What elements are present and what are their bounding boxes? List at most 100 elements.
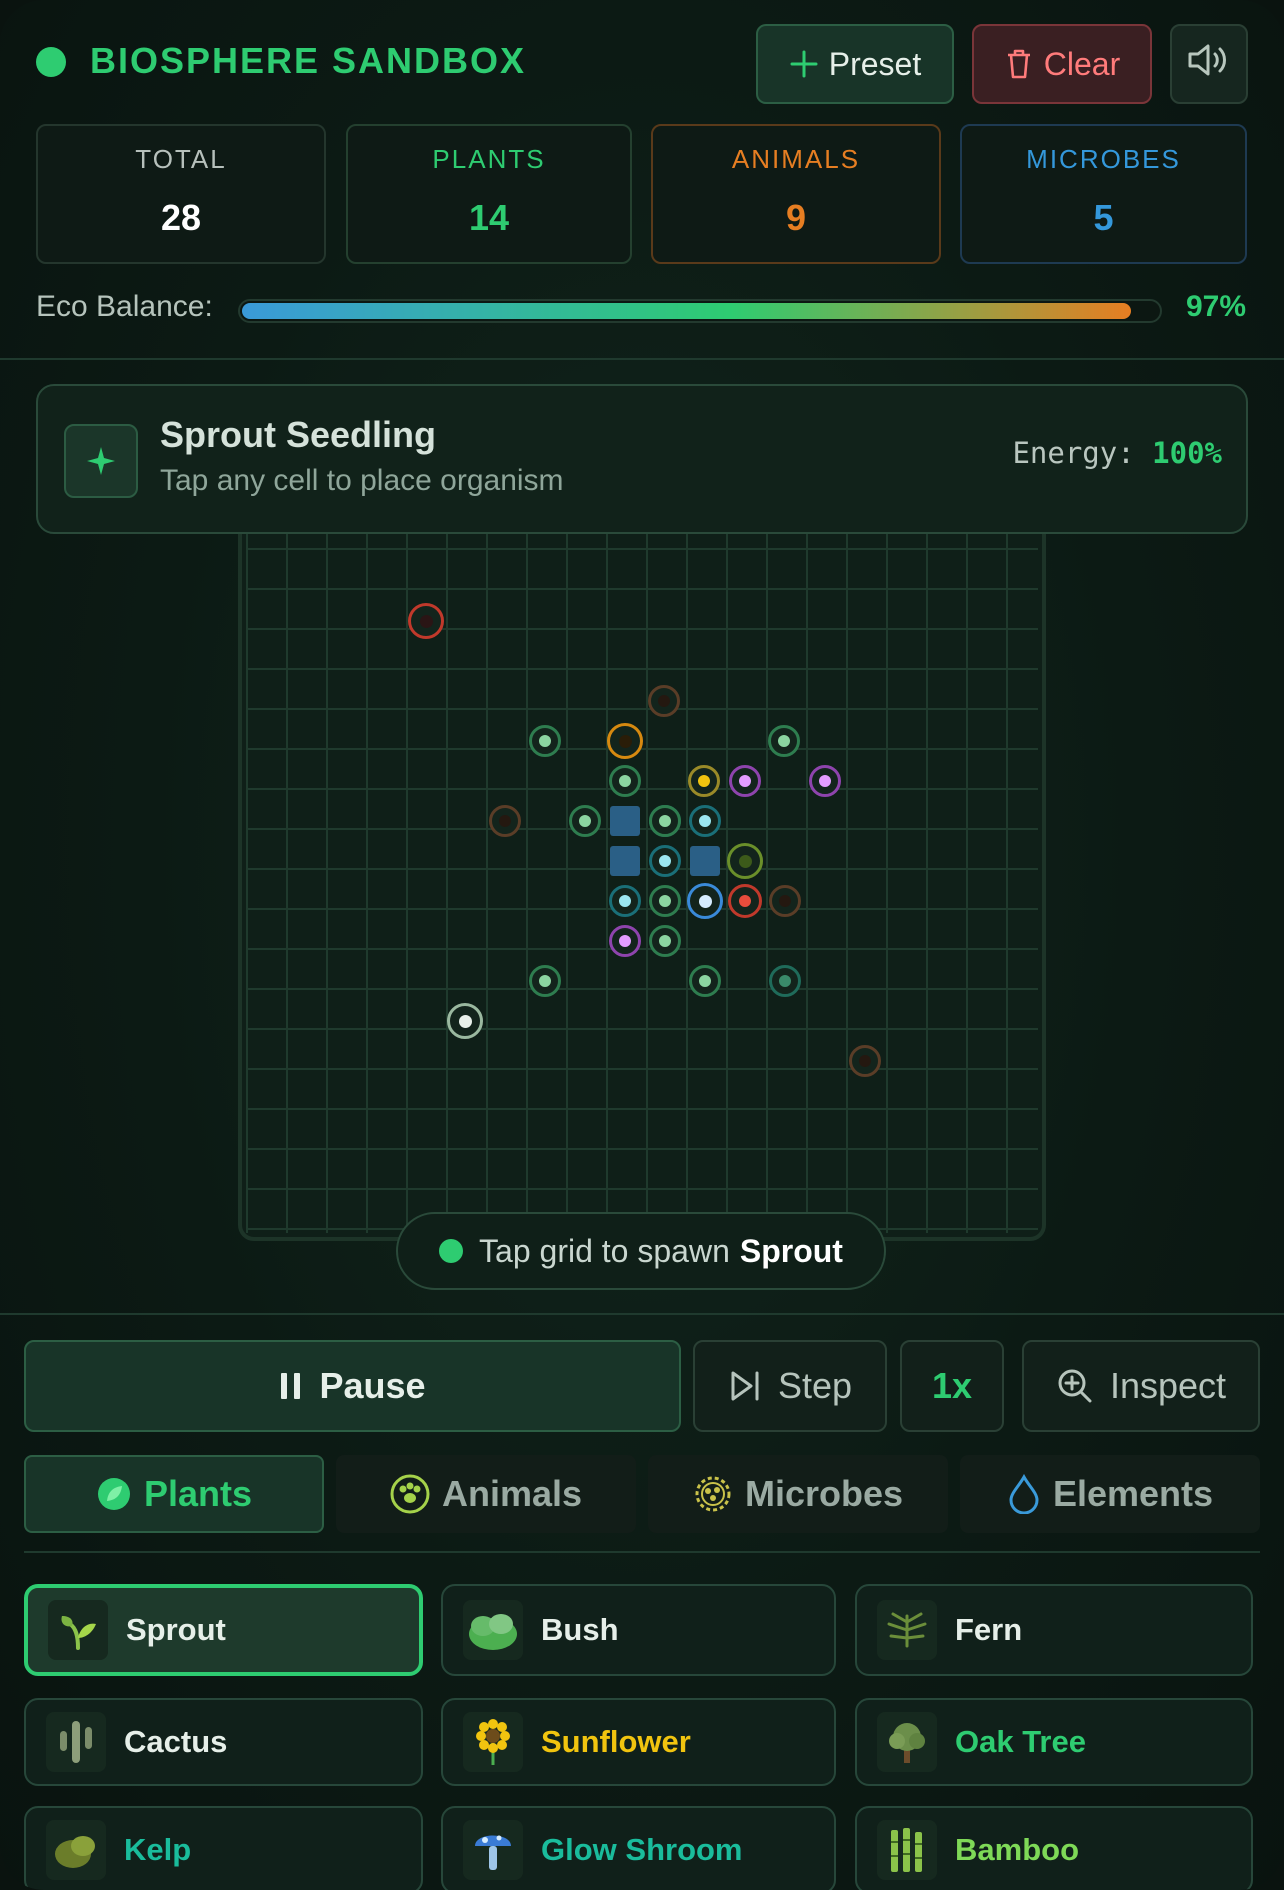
- sandbox-grid[interactable]: [238, 500, 1046, 1241]
- bush-icon[interactable]: [649, 805, 681, 837]
- sprout-icon: [48, 1600, 108, 1660]
- cell-icon[interactable]: [649, 845, 681, 877]
- clear-button[interactable]: Clear: [972, 24, 1152, 104]
- hint-target: Sprout: [739, 1232, 843, 1269]
- cactus-icon: [46, 1712, 106, 1772]
- energy-label: Energy:: [1012, 436, 1135, 470]
- organism-card-sunflower[interactable]: Sunflower: [441, 1698, 836, 1786]
- organism-card-bamboo[interactable]: Bamboo: [855, 1806, 1253, 1890]
- water-tile[interactable]: [610, 806, 640, 836]
- organism-name: Sprout: [126, 1612, 226, 1647]
- organism-core: [739, 895, 751, 907]
- paw-icon: [390, 1474, 430, 1514]
- organism-name: Glow Shroom: [541, 1832, 743, 1867]
- grid-lines: [246, 508, 1038, 1233]
- organism-card-fern[interactable]: Fern: [855, 1584, 1253, 1676]
- organism-card-glow-shroom[interactable]: Glow Shroom: [441, 1806, 836, 1890]
- frog-icon[interactable]: [689, 965, 721, 997]
- reed-icon[interactable]: [769, 965, 801, 997]
- organism-card-kelp[interactable]: Kelp: [24, 1806, 423, 1890]
- sunflower-icon[interactable]: [688, 765, 720, 797]
- organism-core: [539, 975, 551, 987]
- fern-icon: [877, 1600, 937, 1660]
- sprout-icon[interactable]: [649, 925, 681, 957]
- sound-toggle-button[interactable]: [1170, 24, 1248, 104]
- stat-total: TOTAL 28: [36, 124, 326, 264]
- water-tile[interactable]: [610, 846, 640, 876]
- organism-name: Bush: [541, 1612, 619, 1647]
- organism-card-sprout[interactable]: Sprout: [24, 1584, 423, 1676]
- bamboo-icon: [877, 1820, 937, 1880]
- organism-card-bush[interactable]: Bush: [441, 1584, 836, 1676]
- cell-icon[interactable]: [689, 805, 721, 837]
- turtle-icon[interactable]: [648, 685, 680, 717]
- stat-animals: ANIMALS 9: [651, 124, 941, 264]
- organism-core: [539, 735, 551, 747]
- cell-icon[interactable]: [687, 883, 723, 919]
- sprout-icon[interactable]: [569, 805, 601, 837]
- water-drop-icon: [1007, 1474, 1041, 1514]
- bush-icon[interactable]: [529, 965, 561, 997]
- app-title: BIOSPHERE SANDBOX: [90, 40, 527, 81]
- organism-core: [619, 935, 631, 947]
- organism-core: [458, 1014, 472, 1028]
- tab-animals[interactable]: Animals: [336, 1455, 636, 1533]
- inspect-button[interactable]: Inspect: [1022, 1340, 1260, 1432]
- status-indicator: [36, 47, 66, 77]
- fox-icon[interactable]: [849, 1045, 881, 1077]
- beetle-icon[interactable]: [728, 884, 762, 918]
- pause-button[interactable]: Pause: [24, 1340, 681, 1432]
- organism-name: Fern: [955, 1612, 1023, 1647]
- stat-total-label: TOTAL: [135, 144, 227, 174]
- organism-core: [779, 975, 791, 987]
- organism-core: [779, 895, 791, 907]
- organism-core: [738, 854, 752, 868]
- organism-core: [859, 1055, 871, 1067]
- clear-button-label: Clear: [1043, 45, 1121, 82]
- speed-button[interactable]: 1x: [900, 1340, 1004, 1432]
- kelp-icon: [46, 1820, 106, 1880]
- oak-icon[interactable]: [649, 885, 681, 917]
- tab-plants[interactable]: Plants: [24, 1455, 324, 1533]
- tab-microbes[interactable]: Microbes: [648, 1455, 948, 1533]
- eco-balance-value: 97%: [1186, 290, 1247, 323]
- sprout-icon[interactable]: [529, 725, 561, 757]
- spore-icon[interactable]: [729, 765, 761, 797]
- organism-core: [698, 894, 712, 908]
- sprout-icon[interactable]: [609, 765, 641, 797]
- plus-icon: [789, 49, 819, 79]
- cell-icon[interactable]: [609, 885, 641, 917]
- seed-icon[interactable]: [447, 1003, 483, 1039]
- organism-card-oak-tree[interactable]: Oak Tree: [855, 1698, 1253, 1786]
- organism-card-cactus[interactable]: Cactus: [24, 1698, 423, 1786]
- cactus-icon[interactable]: [727, 843, 763, 879]
- stat-total-value: 28: [160, 197, 202, 238]
- mushroom-icon[interactable]: [809, 765, 841, 797]
- organism-core: [618, 734, 632, 748]
- speed-button-label: 1x: [931, 1365, 973, 1406]
- stat-plants: PLANTS 14: [346, 124, 632, 264]
- organism-core: [739, 775, 751, 787]
- bee-icon[interactable]: [607, 723, 643, 759]
- stat-microbes: MICROBES 5: [960, 124, 1247, 264]
- pause-icon: [279, 1371, 303, 1401]
- organism-core: [658, 695, 670, 707]
- tab-plants-label: Plants: [143, 1473, 253, 1514]
- deer-icon[interactable]: [769, 885, 801, 917]
- glow-shroom-icon: [463, 1820, 523, 1880]
- hint-dot: [439, 1239, 464, 1263]
- sprout-icon[interactable]: [768, 725, 800, 757]
- preset-button[interactable]: Preset: [756, 24, 954, 104]
- organism-core: [699, 815, 711, 827]
- organism-core: [698, 775, 710, 787]
- organism-core: [619, 895, 631, 907]
- water-tile[interactable]: [690, 846, 720, 876]
- step-button-label: Step: [777, 1365, 853, 1406]
- spore-icon[interactable]: [609, 925, 641, 957]
- step-button[interactable]: Step: [693, 1340, 887, 1432]
- sparkle-icon: [64, 424, 138, 498]
- rat-icon[interactable]: [408, 603, 444, 639]
- tab-elements[interactable]: Elements: [960, 1455, 1260, 1533]
- worm-icon[interactable]: [489, 805, 521, 837]
- sunflower-icon: [463, 1712, 523, 1772]
